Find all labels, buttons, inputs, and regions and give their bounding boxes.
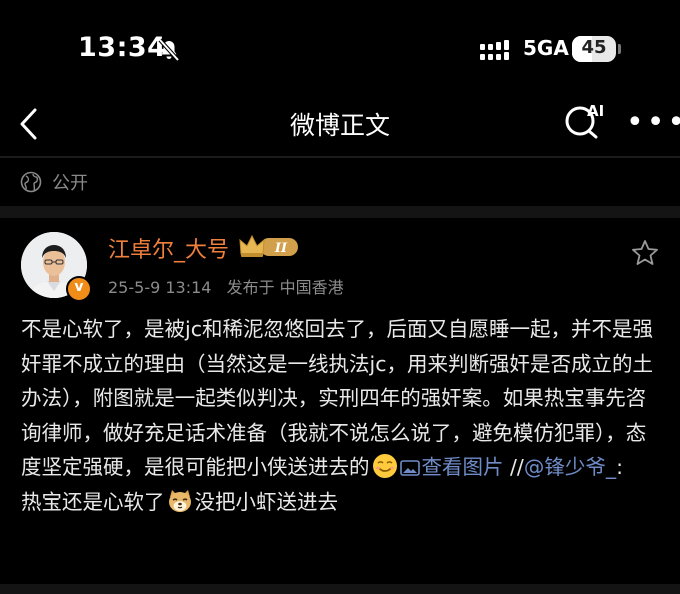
bell-off-icon [158, 38, 180, 62]
view-image-label: 查看图片 [421, 455, 504, 479]
star-icon[interactable] [630, 238, 660, 268]
globe-icon [20, 171, 42, 193]
mention-link[interactable]: @锋少爷_ [524, 455, 616, 479]
verified-badge: v [66, 276, 92, 302]
rank-badge-label: II [274, 241, 288, 256]
post-text-2: 热宝还是心软了 [21, 489, 165, 514]
post-date: 25-5-9 13:14 [108, 278, 212, 297]
repost-separator: // [503, 455, 524, 479]
network-type: 5GA [523, 36, 569, 60]
status-time: 13:34 [78, 32, 167, 63]
username[interactable]: 江卓尔_大号 [108, 232, 229, 264]
section-gap [0, 206, 680, 218]
status-bar: 13:34 5GA 45 [0, 0, 680, 96]
battery-level: 45 [581, 37, 607, 58]
doge-emoji-icon [168, 489, 191, 512]
battery-indicator: 45 [572, 36, 616, 62]
view-image-link[interactable]: 查看图片 [399, 455, 504, 479]
privacy-label: 公开 [52, 173, 88, 194]
ai-label: AI [587, 102, 604, 120]
post-text-colon: : [616, 455, 624, 479]
divider [0, 156, 680, 158]
verified-mark: v [74, 279, 84, 295]
post-body: 不是心软了，是被jc和稀泥忽悠回去了，后面又自愿睡一起，并不是强奸罪不成立的理由… [21, 312, 661, 519]
post-card: v 江卓尔_大号 II 25-5-9 13:14 发布于 中国香港 不是心软了，… [0, 218, 680, 584]
ai-search-icon[interactable]: AI [562, 100, 606, 140]
smile-emoji-icon [372, 454, 397, 478]
more-icon[interactable]: ••• [626, 108, 680, 138]
post-text-3: 没把小虾送进去 [194, 489, 339, 514]
battery-tip [618, 44, 621, 54]
crown-icon: II [239, 234, 298, 257]
post-location: 发布于 中国香港 [226, 278, 344, 297]
image-icon [399, 460, 420, 476]
post-meta: 25-5-9 13:14 发布于 中国香港 [108, 274, 354, 298]
nav-bar: 微博正文 AI ••• [0, 96, 680, 154]
signal-icon [480, 40, 509, 60]
privacy-indicator: 公开 [20, 166, 88, 198]
section-gap-bottom [0, 584, 680, 594]
